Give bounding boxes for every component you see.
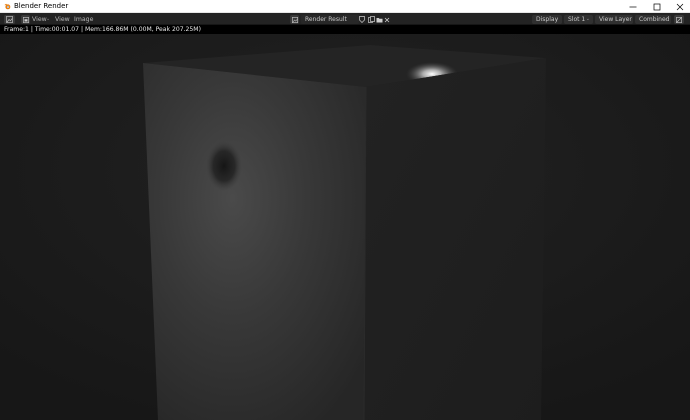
slot-dropdown[interactable]: Slot 1 ⌄ — [564, 15, 593, 24]
sidebar-icon — [676, 16, 682, 23]
new-image-button[interactable] — [367, 15, 375, 24]
minimize-icon — [629, 6, 636, 7]
editor-type-button[interactable] — [4, 15, 15, 24]
fake-user-button[interactable] — [358, 15, 366, 24]
close-icon — [384, 17, 390, 22]
render-viewport[interactable] — [0, 34, 690, 420]
menu-image[interactable]: Image — [74, 15, 93, 24]
copy-icon — [367, 16, 375, 23]
chevron-down-icon: ⌄ — [46, 16, 51, 22]
image-browse-button[interactable] — [290, 15, 299, 24]
view-layer-dropdown[interactable]: View Layer ⌄ — [595, 15, 633, 24]
maximize-button[interactable] — [645, 0, 668, 13]
menu-view[interactable]: View — [32, 15, 47, 24]
close-button[interactable] — [668, 0, 690, 13]
image-view-icon — [22, 16, 29, 23]
chevron-down-icon: ⌄ — [585, 16, 590, 22]
window-title-bar: Blender Render — [0, 0, 690, 13]
image-browse-icon — [291, 16, 298, 23]
image-editor-icon — [6, 16, 13, 23]
folder-icon — [376, 17, 382, 22]
minimize-button[interactable] — [621, 0, 644, 13]
menu-view-2[interactable]: View — [55, 15, 70, 24]
shield-icon — [359, 16, 365, 23]
chevron-down-icon: ⌄ — [663, 16, 668, 22]
render-info-bar: Frame:1 | Time:00:01.07 | Mem:166.86M (0… — [0, 25, 690, 34]
chevron-down-icon: ⌄ — [625, 16, 630, 22]
maximize-icon — [653, 3, 660, 10]
unlink-image-button[interactable] — [383, 15, 391, 24]
sidebar-toggle-button[interactable] — [674, 15, 684, 24]
chevron-down-icon: ⌄ — [554, 16, 559, 22]
image-editor-header: View ⌄ View Image Render Result Display … — [0, 13, 690, 25]
close-icon — [676, 3, 683, 10]
render-stats: Frame:1 | Time:00:01.07 | Mem:166.86M (0… — [4, 26, 201, 33]
render-result-image — [0, 34, 690, 420]
window-title: Blender Render — [14, 2, 69, 10]
blender-logo-icon — [4, 3, 11, 10]
display-dropdown[interactable]: Display ⌄ — [532, 15, 562, 24]
image-name-label: Render Result — [305, 16, 347, 23]
open-image-button[interactable] — [375, 15, 383, 24]
pass-dropdown[interactable]: Combined ⌄ — [635, 15, 671, 24]
view-toggle-button[interactable] — [21, 15, 30, 24]
slot-dropdown-label: Slot 1 — [568, 16, 586, 23]
image-name-field[interactable]: Render Result — [301, 15, 359, 24]
